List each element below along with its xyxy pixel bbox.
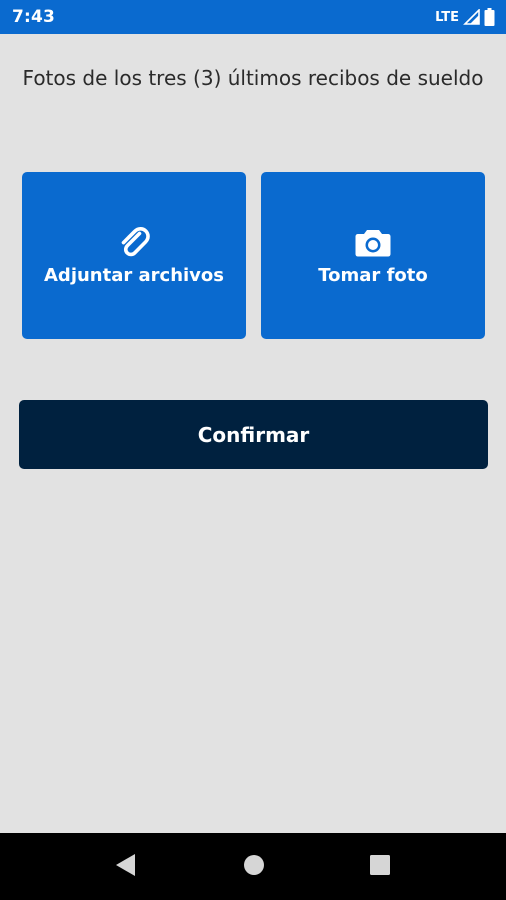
home-icon bbox=[243, 854, 265, 880]
status-indicators: LTE bbox=[435, 8, 495, 26]
status-time: 7:43 bbox=[12, 7, 56, 27]
navigation-bar bbox=[0, 833, 506, 900]
battery-icon bbox=[484, 8, 495, 26]
paperclip-icon bbox=[117, 225, 151, 259]
back-icon bbox=[115, 853, 137, 881]
camera-icon bbox=[355, 225, 391, 259]
network-type: LTE bbox=[435, 9, 459, 25]
back-button[interactable] bbox=[96, 833, 156, 900]
confirm-button[interactable]: Confirmar bbox=[19, 400, 488, 469]
take-photo-button[interactable]: Tomar foto bbox=[261, 172, 485, 339]
screen: 7:43 LTE Fotos de los tres (3) últimos r… bbox=[0, 0, 506, 900]
attach-files-button[interactable]: Adjuntar archivos bbox=[22, 172, 246, 339]
recents-button[interactable] bbox=[350, 833, 410, 900]
status-bar: 7:43 LTE bbox=[0, 0, 506, 34]
attach-files-label: Adjuntar archivos bbox=[44, 265, 224, 286]
page-title: Fotos de los tres (3) últimos recibos de… bbox=[22, 66, 484, 90]
home-button[interactable] bbox=[224, 833, 284, 900]
recents-icon bbox=[370, 854, 390, 879]
signal-icon bbox=[463, 9, 480, 25]
take-photo-label: Tomar foto bbox=[318, 265, 428, 286]
